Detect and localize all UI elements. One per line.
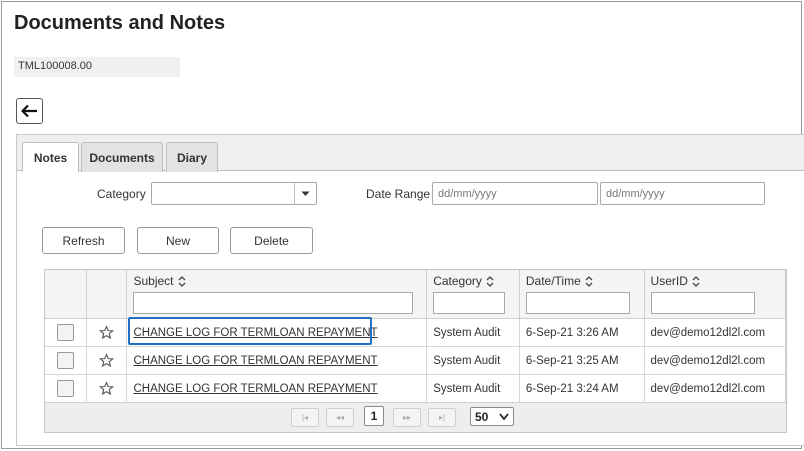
- tab-bar: Notes Documents Diary: [17, 135, 804, 172]
- back-button[interactable]: [16, 98, 43, 124]
- datetime-filter-input[interactable]: [525, 292, 630, 314]
- chevron-down-icon[interactable]: [294, 183, 316, 204]
- current-page-button[interactable]: 1: [364, 406, 384, 426]
- datetime-column-header[interactable]: Date/Time: [519, 270, 645, 319]
- category-select[interactable]: [151, 182, 317, 205]
- tab-notes[interactable]: Notes: [22, 142, 79, 172]
- page-title: Documents and Notes: [14, 12, 226, 34]
- subject-link[interactable]: CHANGE LOG FOR TERMLOAN REPAYMENT: [133, 327, 377, 339]
- subject-filter-input[interactable]: [133, 292, 414, 314]
- row-checkbox[interactable]: [57, 352, 74, 369]
- notes-panel: Notes Documents Diary Category Date Rang…: [16, 134, 804, 446]
- category-label: Category: [97, 187, 146, 201]
- new-button[interactable]: New: [137, 227, 219, 254]
- arrow-left-icon: [21, 104, 37, 118]
- last-page-button[interactable]: ▸|: [428, 408, 456, 427]
- userid-cell: dev@demo12dl2l.com: [644, 318, 786, 347]
- delete-button[interactable]: Delete: [230, 227, 313, 254]
- star-icon[interactable]: [99, 353, 115, 368]
- datetime-cell: 6-Sep-21 3:24 AM: [519, 374, 645, 403]
- star-icon[interactable]: [99, 381, 115, 396]
- notes-grid: Subject Category Date/Time UserID CHANGE…: [44, 269, 787, 433]
- sort-icon[interactable]: [178, 275, 186, 287]
- userid-filter-input[interactable]: [650, 292, 755, 314]
- datetime-cell: 6-Sep-21 3:26 AM: [519, 318, 645, 347]
- star-icon[interactable]: [99, 325, 115, 340]
- category-column-header[interactable]: Category: [426, 270, 520, 319]
- refresh-button[interactable]: Refresh: [42, 227, 125, 254]
- grid-header-row: Subject Category Date/Time UserID: [45, 270, 786, 319]
- row-checkbox[interactable]: [57, 380, 74, 397]
- previous-page-button[interactable]: ◂◂: [326, 408, 354, 427]
- table-row[interactable]: CHANGE LOG FOR TERMLOAN REPAYMENT System…: [45, 374, 786, 403]
- page-size-value: 50: [475, 409, 489, 424]
- date-from-input[interactable]: [432, 182, 598, 205]
- subject-header-label: Subject: [133, 274, 174, 288]
- category-cell: System Audit: [426, 374, 520, 403]
- userid-header-label: UserID: [650, 274, 688, 288]
- userid-cell: dev@demo12dl2l.com: [644, 374, 786, 403]
- tab-documents[interactable]: Documents: [81, 142, 163, 172]
- sort-icon[interactable]: [585, 275, 593, 287]
- row-checkbox[interactable]: [57, 324, 74, 341]
- category-header-label: Category: [433, 274, 482, 288]
- sort-icon[interactable]: [692, 275, 700, 287]
- date-to-input[interactable]: [600, 182, 765, 205]
- table-row[interactable]: CHANGE LOG FOR TERMLOAN REPAYMENT System…: [45, 346, 786, 375]
- table-row[interactable]: CHANGE LOG FOR TERMLOAN REPAYMENT System…: [45, 318, 786, 347]
- chevron-down-icon: [499, 413, 509, 420]
- userid-column-header[interactable]: UserID: [644, 270, 786, 319]
- datetime-header-label: Date/Time: [525, 274, 581, 288]
- subject-column-header[interactable]: Subject: [126, 270, 428, 319]
- category-cell: System Audit: [426, 346, 520, 375]
- category-filter-input[interactable]: [433, 292, 506, 314]
- category-cell: System Audit: [426, 318, 520, 347]
- datetime-cell: 6-Sep-21 3:25 AM: [519, 346, 645, 375]
- subject-link[interactable]: CHANGE LOG FOR TERMLOAN REPAYMENT: [133, 355, 377, 367]
- userid-cell: dev@demo12dl2l.com: [644, 346, 786, 375]
- subject-link[interactable]: CHANGE LOG FOR TERMLOAN REPAYMENT: [133, 383, 377, 395]
- grid-pager: |◂ ◂◂ 1 ▸▸ ▸| 50: [45, 402, 786, 432]
- record-reference: TML100008.00: [14, 57, 180, 77]
- tab-diary[interactable]: Diary: [166, 142, 218, 172]
- date-range-label: Date Range: [366, 187, 431, 201]
- next-page-button[interactable]: ▸▸: [393, 408, 421, 427]
- first-page-button[interactable]: |◂: [291, 408, 319, 427]
- window-frame: Documents and Notes TML100008.00 Notes D…: [1, 1, 804, 449]
- favorite-column-header: [86, 270, 128, 319]
- sort-icon[interactable]: [486, 275, 494, 287]
- select-column-header: [45, 270, 87, 319]
- page-size-select[interactable]: 50: [470, 407, 514, 426]
